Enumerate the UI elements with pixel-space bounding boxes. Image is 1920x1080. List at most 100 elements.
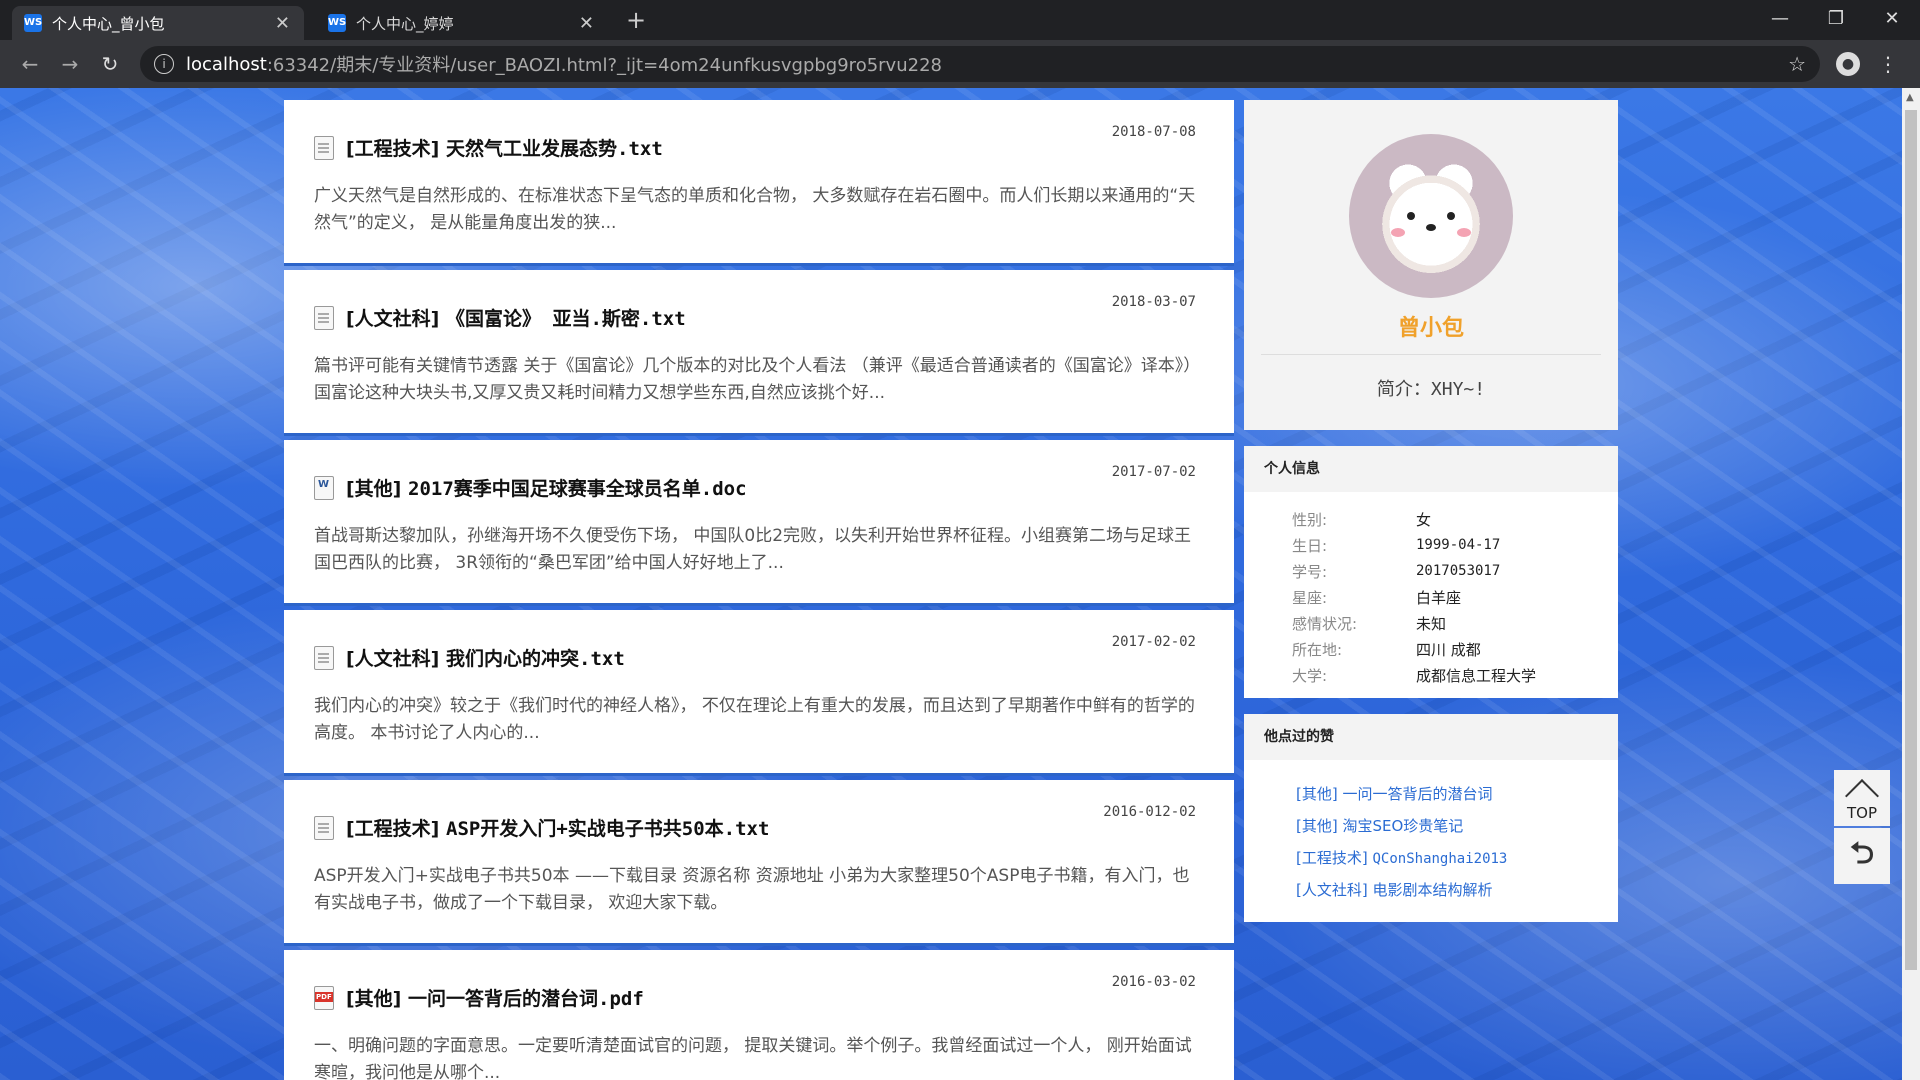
liked-title: 淘宝SEO珍贵笔记 bbox=[1342, 817, 1464, 835]
scroll-up-icon[interactable]: ▲ bbox=[1906, 92, 1914, 103]
profile-bio: 简介：XHY~! bbox=[1244, 375, 1618, 401]
avatar-eye bbox=[1407, 212, 1415, 220]
doc-date: 2016-03-02 bbox=[1111, 974, 1196, 990]
go-back-button[interactable]: ⮌ bbox=[1834, 828, 1890, 884]
tab-active[interactable]: WS 个人中心_曾小包 ✕ bbox=[12, 6, 304, 40]
address-bar[interactable]: i localhost:63342/期末/专业资料/user_BAOZI.htm… bbox=[140, 46, 1820, 82]
url-host: localhost bbox=[186, 53, 267, 75]
doc-filename: 2017赛季中国足球赛事全球员名单.doc bbox=[408, 478, 747, 500]
info-value: 白羊座 bbox=[1416, 588, 1462, 607]
doc-date: 2018-07-08 bbox=[1111, 124, 1196, 140]
info-key: 所在地: bbox=[1292, 640, 1343, 659]
panel-header: 个人信息 bbox=[1244, 446, 1618, 492]
info-key: 性别: bbox=[1292, 510, 1328, 529]
minimize-icon[interactable]: — bbox=[1752, 0, 1808, 36]
url-path: :63342/期末/专业资料/user_BAOZI.html?_ijt=4om2… bbox=[266, 55, 942, 76]
close-icon[interactable]: ✕ bbox=[275, 13, 290, 34]
doc-summary: 篇书评可能有关键情节透露 关于《国富论》几个版本的对比及个人看法 （兼评《最适合… bbox=[314, 356, 1201, 403]
doc-summary: 我们内心的冲突》较之于《我们时代的神经人格》， 不仅在理论上有重大的发展，而且达… bbox=[314, 696, 1195, 743]
liked-title: QConShanghai2013 bbox=[1372, 851, 1508, 867]
doc-title[interactable]: [工程技术] ASP开发入门+实战电子书共50本.txt bbox=[314, 814, 1198, 841]
info-key: 生日: bbox=[1292, 536, 1328, 555]
info-icon[interactable]: i bbox=[154, 54, 174, 74]
reload-icon[interactable]: ↻ bbox=[92, 46, 128, 82]
doc-category: [工程技术] bbox=[346, 138, 440, 160]
menu-kebab-icon[interactable]: ⋮ bbox=[1868, 52, 1908, 76]
doc-title[interactable]: [人文社科] 《国富论》 亚当.斯密.txt bbox=[314, 304, 1198, 331]
txt-file-icon bbox=[314, 815, 334, 840]
forward-arrow-icon[interactable]: → bbox=[52, 46, 88, 82]
info-row: 生日: 1999-04-17 bbox=[1244, 532, 1618, 558]
avatar-eye bbox=[1447, 212, 1455, 220]
doc-category: [人文社科] bbox=[346, 648, 440, 670]
avatar bbox=[1349, 134, 1513, 298]
doc-summary: 一、明确问题的字面意思。一定要听清楚面试官的问题， 提取关键词。举个例子。我曾经… bbox=[314, 1036, 1192, 1080]
new-tab-icon[interactable]: + bbox=[626, 6, 646, 34]
undo-arrow-icon: ⮌ bbox=[1849, 835, 1875, 871]
info-row: 学号: 2017053017 bbox=[1244, 558, 1618, 584]
back-arrow-icon[interactable]: ← bbox=[12, 46, 48, 82]
avatar-nose bbox=[1426, 224, 1436, 231]
liked-link[interactable]: [工程技术] QConShanghai2013 bbox=[1244, 842, 1618, 874]
document-card[interactable]: 2016-03-02 [其他] 一问一答背后的潜台词.pdf 一、明确问题的字面… bbox=[284, 950, 1234, 1080]
doc-category: [其他] bbox=[346, 988, 402, 1010]
document-card[interactable]: 2016-012-02 [工程技术] ASP开发入门+实战电子书共50本.txt… bbox=[284, 780, 1234, 946]
doc-category: [其他] bbox=[346, 478, 402, 500]
info-value: 成都信息工程大学 bbox=[1416, 666, 1537, 685]
pdf-file-icon bbox=[314, 985, 334, 1010]
info-row: 性别: 女 bbox=[1244, 506, 1618, 532]
liked-link[interactable]: [人文社科] 电影剧本结构解析 bbox=[1244, 874, 1618, 906]
txt-file-icon bbox=[314, 305, 334, 330]
doc-date: 2016-012-02 bbox=[1103, 804, 1196, 820]
liked-category: [人文社科] bbox=[1296, 881, 1368, 899]
liked-link[interactable]: [其他] 淘宝SEO珍贵笔记 bbox=[1244, 810, 1618, 842]
doc-filename: 天然气工业发展态势.txt bbox=[446, 138, 663, 160]
liked-title: 一问一答背后的潜台词 bbox=[1342, 785, 1493, 803]
profile-sidebar: 曾小包 简介：XHY~! 个人信息 性别: 女 生日: 1999-04-17 学号:… bbox=[1244, 100, 1618, 922]
vertical-scrollbar[interactable]: ▲ bbox=[1902, 88, 1920, 1080]
tab-inactive[interactable]: WS 个人中心_婷婷 ✕ bbox=[316, 6, 608, 40]
info-row: 感情状况: 未知 bbox=[1244, 610, 1618, 636]
scrollbar-thumb[interactable] bbox=[1905, 110, 1917, 970]
account-icon: ● bbox=[1836, 52, 1860, 76]
info-key: 星座: bbox=[1292, 588, 1328, 607]
doc-title[interactable]: [其他] 一问一答背后的潜台词.pdf bbox=[314, 984, 1198, 1011]
back-to-top-button[interactable]: TOP bbox=[1834, 770, 1890, 826]
doc-filename: 一问一答背后的潜台词.pdf bbox=[408, 988, 644, 1010]
webstorm-favicon-icon: WS bbox=[328, 14, 346, 32]
profile-button[interactable]: ● bbox=[1828, 52, 1868, 76]
tab-title: 个人中心_婷婷 bbox=[356, 14, 454, 33]
doc-summary: 首战哥斯达黎加队，孙继海开场不久便受伤下场， 中国队0比2完败，以失利开始世界杯… bbox=[314, 526, 1192, 573]
doc-title[interactable]: [工程技术] 天然气工业发展态势.txt bbox=[314, 134, 1198, 161]
document-card[interactable]: 2018-03-07 [人文社科] 《国富论》 亚当.斯密.txt 篇书评可能有… bbox=[284, 270, 1234, 436]
info-key: 感情状况: bbox=[1292, 614, 1358, 633]
info-value: 女 bbox=[1416, 510, 1432, 529]
tab-title: 个人中心_曾小包 bbox=[52, 14, 165, 33]
browser-toolbar: ← → ↻ i localhost:63342/期末/专业资料/user_BAO… bbox=[0, 40, 1920, 88]
info-key: 学号: bbox=[1292, 562, 1328, 581]
document-card[interactable]: 2017-07-02 [其他] 2017赛季中国足球赛事全球员名单.doc 首战… bbox=[284, 440, 1234, 606]
doc-date: 2017-07-02 bbox=[1111, 464, 1196, 480]
doc-title[interactable]: [人文社科] 我们内心的冲突.txt bbox=[314, 644, 1198, 671]
doc-summary: ASP开发入门+实战电子书共50本 ——下载目录 资源名称 资源地址 小弟为大家… bbox=[314, 866, 1190, 913]
liked-category: [其他] bbox=[1296, 785, 1338, 803]
doc-title[interactable]: [其他] 2017赛季中国足球赛事全球员名单.doc bbox=[314, 474, 1198, 501]
document-feed: 2018-07-08 [工程技术] 天然气工业发展态势.txt 广义天然气是自然… bbox=[284, 100, 1234, 1080]
txt-file-icon bbox=[314, 135, 334, 160]
browser-chrome: WS 个人中心_曾小包 ✕ WS 个人中心_婷婷 ✕ + — ❐ ✕ ← → ↻… bbox=[0, 0, 1920, 88]
restore-icon[interactable]: ❐ bbox=[1808, 0, 1864, 36]
document-card[interactable]: 2017-02-02 [人文社科] 我们内心的冲突.txt 我们内心的冲突》较之… bbox=[284, 610, 1234, 776]
avatar-blush bbox=[1391, 228, 1405, 237]
close-window-icon[interactable]: ✕ bbox=[1864, 0, 1920, 36]
doc-category: [工程技术] bbox=[346, 818, 440, 840]
bio-label: 简介： bbox=[1376, 379, 1431, 400]
close-icon[interactable]: ✕ bbox=[579, 13, 594, 34]
doc-date: 2018-03-07 bbox=[1111, 294, 1196, 310]
info-value: 2017053017 bbox=[1416, 563, 1501, 579]
document-card[interactable]: 2018-07-08 [工程技术] 天然气工业发展态势.txt 广义天然气是自然… bbox=[284, 100, 1234, 266]
bookmark-star-icon[interactable]: ☆ bbox=[1788, 52, 1806, 76]
panel-body: [其他] 一问一答背后的潜台词 [其他] 淘宝SEO珍贵笔记 [工程技术] QC… bbox=[1244, 760, 1618, 922]
tab-strip: WS 个人中心_曾小包 ✕ WS 个人中心_婷婷 ✕ + — ❐ ✕ bbox=[0, 0, 1920, 40]
liked-link[interactable]: [其他] 一问一答背后的潜台词 bbox=[1244, 778, 1618, 810]
info-value: 四川 成都 bbox=[1416, 640, 1481, 659]
